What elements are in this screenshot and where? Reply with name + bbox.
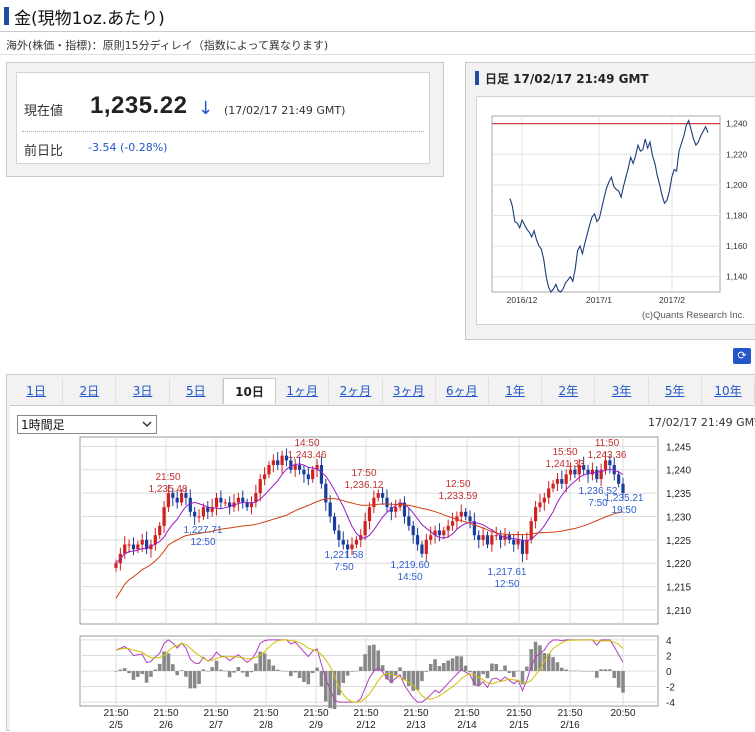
tab-13[interactable]: 10年 [702,378,755,404]
tab-0[interactable]: 1日 [10,378,64,404]
daily-y-tick: 1,140 [726,272,748,282]
intraday-panel [10,405,755,732]
prev-change-label: 前日比 [24,144,64,159]
tab-5[interactable]: 1ヶ月 [276,378,330,404]
price-label: 現在値 [24,104,64,119]
tab-6[interactable]: 2ヶ月 [329,378,383,404]
tab-10[interactable]: 2年 [542,378,596,404]
tab-11[interactable]: 3年 [595,378,649,404]
quote-card [16,72,430,164]
daily-y-tick: 1,180 [726,210,748,220]
daily-y-tick: 1,200 [726,180,748,190]
title-marker [4,7,9,25]
title-divider [0,31,755,32]
daily-y-tick: 1,160 [726,241,748,251]
daily-chart-title: 日足 17/02/17 21:49 GMT [485,72,649,86]
tab-9[interactable]: 1年 [489,378,543,404]
quote-divider [22,131,424,132]
tab-2[interactable]: 3日 [116,378,170,404]
daily-y-tick: 1,220 [726,149,748,159]
chart-timestamp: 17/02/17 21:49 GMT [648,416,755,429]
period-tabs: 1日 2日 3日 5日 10日 1ヶ月 2ヶ月 3ヶ月 6ヶ月 1年 2年 3年 5年 10年 [10,378,755,405]
tab-4[interactable]: 10日 [222,378,277,404]
daily-x-tick: 2017/2 [659,295,685,305]
page-title: 金(現物1oz.あたり) [14,9,165,29]
tab-8[interactable]: 6ヶ月 [436,378,489,404]
price-timestamp: (17/02/17 21:49 GMT) [224,104,346,117]
tab-1[interactable]: 2日 [63,378,117,404]
daily-x-tick: 2017/1 [586,295,612,305]
chevron-down-icon [142,421,152,428]
tab-3[interactable]: 5日 [170,378,223,404]
prev-change-value: -3.54 (-0.28%) [88,141,168,154]
daily-title-marker [475,71,479,85]
down-arrow-icon: ↓ [198,98,214,119]
daily-plot-area [491,115,721,293]
note-divider [0,54,755,55]
daily-chart[interactable]: 1,240 1,220 1,200 1,180 1,160 1,140 2016/12 201… [476,96,755,325]
daily-y-tick: 1,240 [726,119,748,129]
delay-note: 海外(株価・指標)：原則15分ディレイ（指数によって異なります) [6,39,329,52]
daily-x-tick: 2016/12 [507,295,538,305]
daily-credit: (c)Quants Research Inc. [642,310,745,321]
tab-7[interactable]: 3ヶ月 [383,378,436,404]
tab-12[interactable]: 5年 [649,378,702,404]
price-value: 1,235.22 [90,92,188,119]
interval-value: 1時間足 [21,418,65,432]
zoom-icon[interactable]: ⟳ [733,348,751,364]
